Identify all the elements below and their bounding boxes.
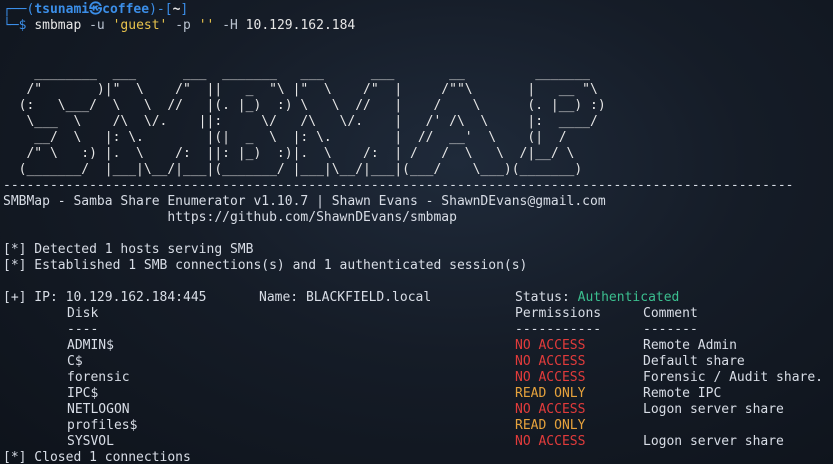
command-flag-h: -H: [222, 18, 238, 33]
share-permission: NO ACCESS: [515, 370, 586, 385]
table-header-row: Disk Permissions Comment: [3, 306, 833, 322]
table-row: forensic NO ACCESS Forensic / Audit shar…: [3, 370, 833, 386]
table-underline-row: ---- ----------- -------: [3, 322, 833, 338]
share-name: NETLOGON: [67, 402, 130, 417]
command-name: smbmap: [34, 18, 82, 33]
command-line[interactable]: └─$ smbmap -u 'guest' -p '' -H 10.129.16…: [3, 18, 833, 34]
banner-line: /" )|" \ /" || _ "\ |" \ /" | /""\ | __ …: [3, 82, 598, 97]
host-status: Status: Authenticated: [515, 290, 679, 306]
banner-line: /" \ :) |. \ /: ||: |_) :)|. \ /: | / / …: [3, 146, 575, 161]
closed-message: [*] Closed 1 connections: [3, 450, 191, 464]
share-permission: NO ACCESS: [515, 402, 586, 417]
command-flag-p: -p: [175, 18, 191, 33]
prompt-host: coffee: [102, 2, 150, 17]
header-disk: Disk: [67, 306, 99, 321]
host-info-row: [+] IP: 10.129.162.184:445 Name: BLACKFI…: [3, 290, 833, 306]
header-comment: Comment: [643, 306, 698, 321]
table-row: NETLOGON NO ACCESS Logon server share: [3, 402, 833, 418]
banner-line: ________ ___ ___ _______ ___ ___ __ ____…: [3, 66, 590, 81]
tool-info: SMBMap - Samba Share Enumerator v1.10.7 …: [3, 194, 606, 209]
prompt-dollar: $: [18, 18, 27, 33]
share-permission: NO ACCESS: [515, 354, 586, 369]
terminal-window[interactable]: ┌──(tsunami㉿coffee)-[~] └─$ smbmap -u 'g…: [3, 2, 833, 464]
table-row: profiles$ READ ONLY: [3, 418, 833, 434]
underline-disk: ----: [67, 322, 99, 337]
banner-line: \___ \ /\ \/. ||: \/ /\ \/. | /' /\ \ |:…: [3, 114, 598, 129]
banner-line: (: \___/ \ \ // |(. |_) :) \ \ // | / \ …: [3, 98, 606, 113]
share-name: profiles$: [67, 418, 138, 433]
banner-separator: ----------------------------------------…: [3, 178, 794, 193]
command-pass-arg: '': [198, 18, 215, 33]
share-comment: Remote IPC: [643, 386, 722, 401]
command-host-arg: 10.129.162.184: [245, 18, 356, 33]
command-user-arg: 'guest': [112, 18, 168, 33]
host-ip: [+] IP: 10.129.162.184:445: [3, 290, 207, 305]
table-row: ADMIN$ NO ACCESS Remote Admin: [3, 338, 833, 354]
share-comment: Logon server share: [643, 434, 784, 449]
table-row: C$ NO ACCESS Default share: [3, 354, 833, 370]
share-name: ADMIN$: [67, 338, 114, 353]
established-message: [*] Established 1 SMB connections(s) and…: [3, 258, 528, 273]
share-permission: NO ACCESS: [515, 434, 586, 449]
prompt-corner-top: ┌──: [3, 2, 27, 17]
share-name: IPC$: [67, 386, 99, 401]
share-permission: READ ONLY: [515, 418, 586, 433]
underline-comment: -------: [643, 322, 698, 337]
detected-message: [*] Detected 1 hosts serving SMB: [3, 242, 254, 257]
share-name: C$: [67, 354, 83, 369]
prompt-corner-bottom: └─: [3, 18, 19, 33]
command-flag-u: -u: [89, 18, 105, 33]
table-row: IPC$ READ ONLY Remote IPC: [3, 386, 833, 402]
tool-url-link[interactable]: https://github.com/ShawnDEvans/smbmap: [3, 210, 833, 226]
banner-line: (_______/ |___|\__/|___|(_______/ |___|\…: [3, 162, 583, 177]
share-comment: Default share: [643, 354, 745, 369]
banner-line: __/ \ |: \. |(| _ \ |: \. | // __' \ (| …: [3, 130, 567, 145]
prompt-close-bracket: ]: [180, 2, 189, 17]
share-comment: Forensic / Audit share.: [643, 370, 824, 385]
share-name: forensic: [67, 370, 130, 385]
prompt-header: ┌──(tsunami㉿coffee)-[~]: [3, 2, 833, 18]
header-permissions: Permissions: [515, 306, 602, 321]
underline-permissions: -----------: [515, 322, 602, 337]
share-comment: Logon server share: [643, 402, 784, 417]
status-label: Status:: [515, 290, 578, 305]
share-permission: NO ACCESS: [515, 338, 586, 353]
share-name: SYSVOL: [67, 434, 114, 449]
share-comment: Remote Admin: [643, 338, 737, 353]
status-value: Authenticated: [577, 290, 680, 305]
prompt-user: tsunami: [34, 2, 90, 17]
share-permission: READ ONLY: [515, 386, 586, 401]
prompt-close-paren: )-[: [149, 2, 173, 17]
prompt-at-icon: ㉿: [89, 2, 103, 17]
host-name: Name: BLACKFIELD.local: [259, 290, 432, 305]
table-row: SYSVOL NO ACCESS Logon server share: [3, 434, 833, 450]
ascii-banner: ________ ___ ___ _______ ___ ___ __ ____…: [3, 66, 833, 178]
